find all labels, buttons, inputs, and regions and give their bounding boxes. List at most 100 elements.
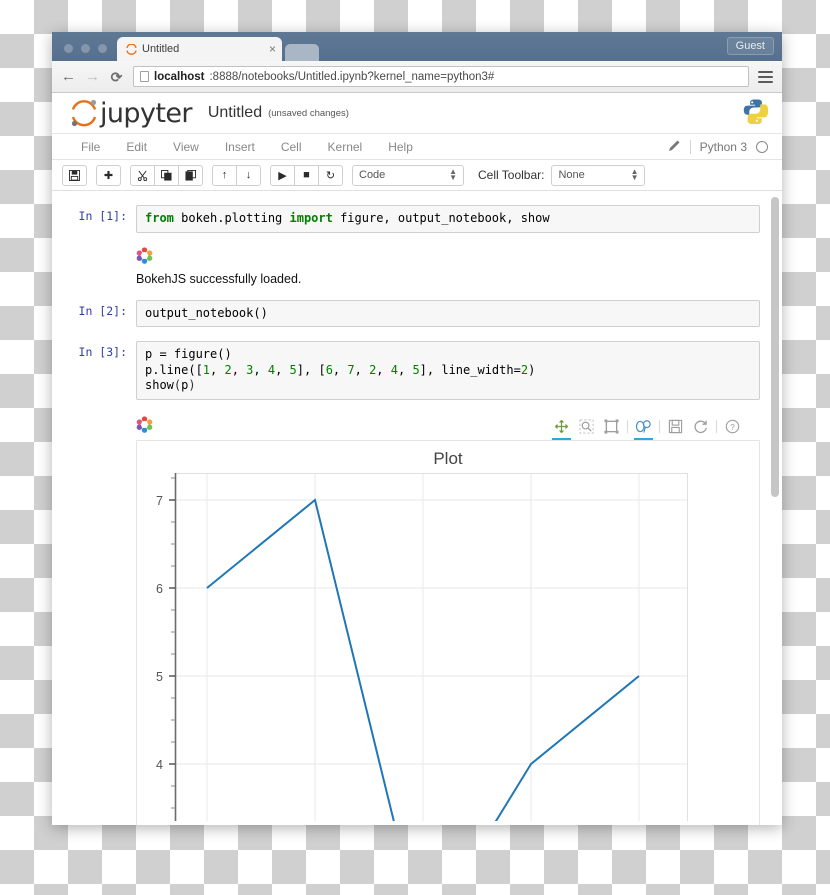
y-tick-label: 6: [156, 582, 163, 596]
save-button[interactable]: [62, 164, 87, 186]
bokeh-load-message: BokehJS successfully loaded.: [136, 271, 302, 286]
cell-type-select[interactable]: Code ▲ ▼: [352, 164, 464, 186]
kernel-indicator-area: Python 3: [668, 139, 782, 155]
browser-window: Untitled × Guest ← → ⟳ localhost :8888/no…: [52, 32, 782, 825]
bokeh-plot-frame[interactable]: Plot 7 6 5 4: [136, 439, 760, 825]
help-tool-button[interactable]: ?: [723, 417, 742, 436]
menu-cell[interactable]: Cell: [268, 134, 315, 160]
cell-toolbar-value: None: [558, 169, 585, 181]
code-cell[interactable]: In [3]: p = figure() p.line([1, 2, 3, 4,…: [74, 341, 760, 400]
menu-insert[interactable]: Insert: [212, 134, 268, 160]
chevron-updown-icon: ▲ ▼: [449, 167, 457, 182]
cell-toolbar-label: Cell Toolbar:: [478, 168, 545, 182]
jupyter-logo[interactable]: jupyter: [70, 98, 192, 128]
bokeh-plot-output: ? Plot 7 6 5 4: [136, 414, 760, 825]
divider: [689, 139, 691, 154]
pencil-icon[interactable]: [668, 139, 681, 155]
back-arrow-icon[interactable]: ←: [61, 69, 76, 84]
chart-title: Plot: [433, 448, 463, 468]
toolbar-group-clipboard: [130, 164, 203, 186]
code-cell[interactable]: In [1]: from bokeh.plotting import figur…: [74, 205, 760, 233]
menu-view[interactable]: View: [160, 134, 212, 160]
jupyter-logo-icon: [71, 99, 97, 127]
url-path: :8888/notebooks/Untitled.ipynb?kernel_na…: [209, 70, 495, 83]
y-tick-label: 4: [156, 758, 163, 772]
code-cell[interactable]: In [2]: output_notebook(): [74, 299, 760, 327]
kernel-idle-circle-icon[interactable]: [756, 140, 768, 153]
menu-help[interactable]: Help: [375, 134, 426, 160]
forward-arrow-icon[interactable]: →: [85, 69, 100, 84]
chart-canvas: 7 6 5 4: [156, 472, 688, 821]
cell-prompt: In [1]:: [78, 209, 127, 223]
restart-kernel-button[interactable]: ↻: [318, 164, 343, 186]
run-button[interactable]: ▶: [270, 164, 295, 186]
toolbar-group-move: ↑ ↓: [212, 164, 261, 186]
menu-edit[interactable]: Edit: [113, 134, 160, 160]
maximize-window-button[interactable]: [98, 44, 107, 53]
notebook-name[interactable]: Untitled: [208, 104, 262, 122]
cell-output: BokehJS successfully loaded.: [74, 246, 760, 286]
browser-tab[interactable]: Untitled ×: [117, 37, 282, 61]
cell-prompt: In [2]:: [78, 303, 127, 318]
y-tick-label: 7: [156, 494, 163, 508]
new-tab-button[interactable]: [285, 44, 319, 61]
jupyter-menubar: File Edit View Insert Cell Kernel Help P…: [52, 134, 782, 160]
jupyter-header: jupyter Untitled (unsaved changes): [52, 93, 782, 134]
output-prompt-spacer: [74, 247, 136, 286]
chart-plot-area: [175, 472, 688, 821]
chart-y-tick-labels: 7 6 5 4: [156, 494, 163, 772]
save-tool-button[interactable]: [666, 417, 685, 436]
notebook-scrollbar-thumb[interactable]: [771, 197, 779, 497]
guest-profile-button[interactable]: Guest: [726, 37, 774, 55]
move-up-button[interactable]: ↑: [212, 164, 237, 186]
wheel-zoom-tool-button[interactable]: [634, 417, 653, 440]
reload-icon[interactable]: ⟳: [109, 70, 124, 84]
jupyter-toolbar: ✚ ↑ ↓ ▶ ■ ↻ Code ▲ ▼ Cell Toolbar: None …: [52, 160, 782, 191]
stop-button[interactable]: ■: [294, 164, 319, 186]
box-zoom-tool-button[interactable]: [577, 417, 596, 436]
reset-tool-button[interactable]: [691, 417, 710, 436]
cell-input[interactable]: from bokeh.plotting import figure, outpu…: [136, 205, 760, 233]
kernel-name: Python 3: [699, 139, 747, 154]
pan-tool-button[interactable]: [552, 417, 571, 440]
minimize-window-button[interactable]: [81, 44, 90, 53]
browser-addressbar: ← → ⟳ localhost :8888/notebooks/Untitled.…: [52, 61, 782, 93]
box-select-tool-button[interactable]: [602, 417, 621, 436]
chevron-updown-icon: ▲ ▼: [630, 167, 639, 182]
toolbar-group-run: ▶ ■ ↻: [270, 164, 343, 186]
cell-input[interactable]: output_notebook(): [136, 299, 760, 327]
hamburger-menu-icon[interactable]: [758, 70, 773, 83]
move-down-button[interactable]: ↓: [236, 164, 261, 186]
python-logo-icon: [742, 98, 769, 129]
close-tab-button[interactable]: ×: [265, 42, 276, 56]
svg-text:?: ?: [730, 422, 735, 432]
jupyter-favicon-icon: [126, 42, 137, 55]
copy-button[interactable]: [154, 164, 179, 186]
notebook-body: In [1]: from bokeh.plotting import figur…: [52, 191, 782, 825]
url-host: localhost: [154, 70, 205, 83]
close-window-button[interactable]: [64, 44, 73, 53]
divider: [627, 420, 628, 433]
toolbar-group-save: [62, 164, 87, 186]
add-cell-button[interactable]: ✚: [96, 164, 121, 186]
bokeh-toolbar: ?: [136, 414, 760, 440]
divider: [716, 420, 717, 433]
divider: [659, 420, 660, 433]
url-input[interactable]: localhost :8888/notebooks/Untitled.ipynb?…: [133, 66, 749, 87]
cell-type-value: Code: [359, 169, 386, 181]
cut-button[interactable]: [130, 164, 155, 186]
save-status: (unsaved changes): [268, 107, 349, 119]
menu-file[interactable]: File: [68, 134, 113, 160]
y-tick-label: 5: [156, 670, 163, 684]
paste-button[interactable]: [178, 164, 203, 186]
menu-kernel[interactable]: Kernel: [315, 134, 376, 160]
bokeh-logo-icon: [136, 415, 153, 438]
bokeh-logo-icon: [136, 246, 153, 268]
toolbar-group-add: ✚: [96, 164, 121, 186]
page-document-icon: [140, 71, 149, 82]
window-controls[interactable]: [52, 44, 107, 61]
jupyter-wordmark: jupyter: [100, 97, 192, 129]
cell-input[interactable]: p = figure() p.line([1, 2, 3, 4, 5], [6,…: [136, 341, 760, 400]
cell-toolbar-select[interactable]: None ▲ ▼: [551, 164, 646, 186]
chart-y-minor-ticks: [171, 477, 175, 808]
